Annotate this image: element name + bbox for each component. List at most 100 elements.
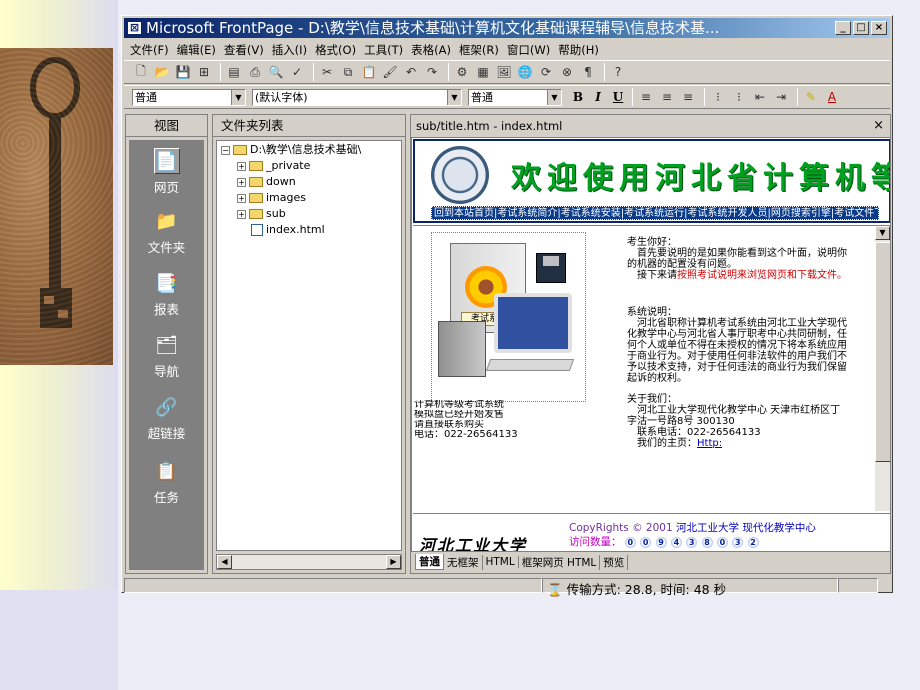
homepage-link[interactable]: Http: [697,438,722,449]
scroll-down-icon[interactable]: ▼ [875,226,890,240]
tree-item-down[interactable]: + down [237,175,296,189]
align-left-icon[interactable]: ≡ [637,88,655,106]
menu-insert[interactable]: 插入(I) [272,42,307,58]
insert-picture-icon[interactable]: 🖼 [495,63,513,81]
minimize-button[interactable]: _ [835,21,851,35]
tab-html[interactable]: HTML [483,556,519,568]
top-frame[interactable]: 欢迎使用河北省计算机等 回到本站首页|考试系统简介|考试系统安装|考试系统运行|… [413,139,890,223]
scroll-thumb[interactable] [875,242,890,462]
menu-edit[interactable]: 编辑(E) [177,42,216,58]
align-center-icon[interactable]: ≡ [658,88,676,106]
system-body: 河北省职称计算机考试系统由河北工业大学现代化教学中心与河北省人事厅职考中心共同研… [627,318,847,384]
standard-toolbar: 🗋 📂 💾 ⊞ ▤ ⎙ 🔍 ✓ ✂ ⧉ 📋 🖌 ↶ ↷ ⚙ ▦ 🖼 🌐 ⟳ ⊗ … [124,60,890,84]
view-label: 网页 [153,180,179,195]
open-icon[interactable]: 📂 [153,63,171,81]
expand-icon[interactable]: + [237,209,246,219]
main-frame-scrollbar[interactable]: ▲ ▼ [875,226,890,511]
menu-frames[interactable]: 框架(R) [459,42,499,58]
chevron-down-icon[interactable]: ▼ [547,89,561,105]
tree-item-sub[interactable]: + sub [237,207,286,221]
tree-item-label: down [266,175,296,188]
expand-icon[interactable]: + [237,161,246,171]
paste-icon[interactable]: 📋 [360,63,378,81]
new-page-icon[interactable]: 🗋 [132,63,150,81]
help-icon[interactable]: ? [609,63,627,81]
print-icon[interactable]: ⎙ [246,63,264,81]
italic-icon[interactable]: I [588,88,608,106]
site-nav-links[interactable]: 回到本站首页|考试系统简介|考试系统安装|考试系统运行|考试系统开发人员|网页搜… [431,206,879,220]
contact-phone: 联系电话：022-26564133 [637,427,761,438]
tab-frames-html[interactable]: 框架网页 HTML [519,554,601,570]
copyright-org[interactable]: 河北工业大学 现代化教学中心 [676,522,816,534]
frontpage-app-icon[interactable]: ⊠ [127,21,142,35]
bold-icon[interactable]: B [568,88,588,106]
insert-component-icon[interactable]: ⚙ [453,63,471,81]
instructions-link[interactable]: 按照考试说明来浏览网页和下载文件。 [677,270,847,281]
publish-icon[interactable]: ⊞ [195,63,213,81]
bottom-frame[interactable]: 河北工业大学 CopyRights © 2001 河北工业大学 现代化教学中心 … [413,513,890,551]
tree-item-images[interactable]: + images [237,191,306,205]
tree-item-private[interactable]: + _private [237,159,310,173]
numbered-list-icon[interactable]: ⁝ [709,88,727,106]
folder-list-scrollbar[interactable]: ◀ ▶ [216,554,402,570]
menu-tools[interactable]: 工具(T) [364,42,403,58]
view-reports[interactable]: 📑 报表 [129,270,204,318]
chevron-down-icon[interactable]: ▼ [447,89,461,105]
undo-icon[interactable]: ↶ [402,63,420,81]
scroll-left-icon[interactable]: ◀ [217,555,232,569]
cut-icon[interactable]: ✂ [318,63,336,81]
save-icon[interactable]: 💾 [174,63,192,81]
bullet-list-icon[interactable]: ⁝ [730,88,748,106]
highlight-icon[interactable]: ✎ [802,88,820,106]
increase-indent-icon[interactable]: ⇥ [772,88,790,106]
chevron-down-icon[interactable]: ▼ [231,89,245,105]
spelling-icon[interactable]: ✓ [288,63,306,81]
menu-format[interactable]: 格式(O) [315,42,356,58]
title-bar[interactable]: ⊠ Microsoft FrontPage - D:\教学\信息技术基础\计算机… [124,18,890,38]
font-select[interactable]: (默认字体) ▼ [252,88,462,106]
menu-window[interactable]: 窗口(W) [507,42,550,58]
menu-table[interactable]: 表格(A) [411,42,451,58]
expand-icon[interactable]: + [237,177,246,187]
menu-file[interactable]: 文件(F) [130,42,169,58]
size-select[interactable]: 普通 ▼ [468,88,562,106]
insert-table-icon[interactable]: ▦ [474,63,492,81]
refresh-icon[interactable]: ⟳ [537,63,555,81]
main-frame[interactable]: 考试系统 计算机等级考试系统 模拟盘已经开始发售 请直接联系购买 电话：022-… [413,225,890,511]
style-select[interactable]: 普通 ▼ [132,88,246,106]
hyperlink-icon[interactable]: 🌐 [516,63,534,81]
view-tasks[interactable]: 📋 任务 [129,458,204,506]
menu-view[interactable]: 查看(V) [224,42,264,58]
copy-icon[interactable]: ⧉ [339,63,357,81]
stop-icon[interactable]: ⊗ [558,63,576,81]
tree-root[interactable]: − D:\教学\信息技术基础\ [221,143,361,157]
decrease-indent-icon[interactable]: ⇤ [751,88,769,106]
close-button[interactable]: × [871,21,887,35]
redo-icon[interactable]: ↷ [423,63,441,81]
show-all-icon[interactable]: ¶ [579,63,597,81]
collapse-icon[interactable]: − [221,145,230,155]
maximize-button[interactable]: □ [853,21,869,35]
view-folders[interactable]: 📁 文件夹 [129,208,204,256]
about-title: 关于我们： [627,394,677,405]
view-hyperlinks[interactable]: 🔗 超链接 [129,394,204,442]
underline-icon[interactable]: U [608,88,628,106]
close-document-icon[interactable]: × [873,115,884,137]
folder-list-icon[interactable]: ▤ [225,63,243,81]
tab-normal[interactable]: 普通 [415,554,444,570]
expand-icon[interactable]: + [237,193,246,203]
font-color-icon[interactable]: A [823,88,841,106]
menu-help[interactable]: 帮助(H) [558,42,599,58]
tab-no-frames[interactable]: 无框架 [444,554,483,570]
keyboard-image [485,359,575,371]
toolbar-separator [704,88,705,106]
tab-preview[interactable]: 预览 [600,554,629,570]
align-right-icon[interactable]: ≡ [679,88,697,106]
scroll-right-icon[interactable]: ▶ [386,555,401,569]
toolbar-separator [604,63,605,81]
view-navigation[interactable]: 🗂 导航 [129,332,204,380]
preview-icon[interactable]: 🔍 [267,63,285,81]
view-page[interactable]: 📄 网页 [129,148,204,196]
format-painter-icon[interactable]: 🖌 [381,63,399,81]
tree-item-index[interactable]: index.html [251,223,325,237]
